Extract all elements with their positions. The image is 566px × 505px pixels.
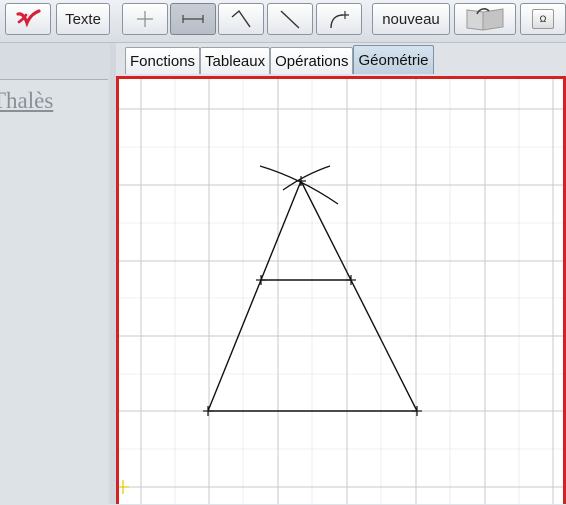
tab-geometrie[interactable]: Géométrie bbox=[353, 45, 434, 74]
compass-arc bbox=[282, 165, 331, 191]
book-button[interactable] bbox=[454, 3, 516, 35]
text-button-label: Texte bbox=[65, 10, 101, 28]
segment-right-side bbox=[300, 180, 418, 412]
tab-bar: Fonctions Tableaux Opérations Géométrie bbox=[125, 45, 434, 75]
line-tool-button[interactable] bbox=[267, 3, 313, 35]
left-panel-heading-text: Thalès bbox=[0, 88, 54, 113]
tab-label: Opérations bbox=[275, 52, 349, 70]
new-button-label: nouveau bbox=[382, 10, 440, 28]
segment-tool-button[interactable] bbox=[170, 3, 216, 35]
tab-operations[interactable]: Opérations bbox=[270, 47, 354, 74]
plus-point-icon bbox=[137, 11, 153, 27]
segment-icon bbox=[182, 15, 204, 23]
arc-plus-icon bbox=[330, 11, 349, 29]
left-panel-heading[interactable]: Thalès bbox=[0, 88, 61, 114]
text-button[interactable]: Texte bbox=[56, 3, 110, 35]
omega-key-icon: Ω bbox=[532, 9, 554, 29]
tab-label: Tableaux bbox=[205, 52, 266, 70]
segment-left-side bbox=[207, 180, 302, 412]
tab-fonctions[interactable]: Fonctions bbox=[125, 47, 201, 74]
toolbar: Texte nouveau Ω bbox=[0, 0, 566, 43]
angle-tool-button[interactable] bbox=[218, 3, 264, 35]
arc-tool-button[interactable] bbox=[316, 3, 362, 35]
omega-glyph: Ω bbox=[539, 14, 547, 24]
geometry-canvas[interactable] bbox=[116, 76, 566, 504]
tab-label: Géométrie bbox=[358, 51, 429, 69]
open-book-icon bbox=[466, 8, 504, 31]
canvas-drawing bbox=[119, 79, 563, 504]
left-panel: Thalès bbox=[0, 43, 111, 505]
tab-label: Fonctions bbox=[130, 52, 196, 70]
line-icon bbox=[280, 10, 300, 29]
special-chars-button[interactable]: Ω bbox=[520, 3, 566, 35]
red-check-logo-icon bbox=[16, 9, 41, 28]
new-button[interactable]: nouveau bbox=[372, 3, 450, 35]
left-document-sheet: Thalès bbox=[0, 79, 108, 505]
angle-icon bbox=[231, 9, 251, 28]
point-tool-button[interactable] bbox=[122, 3, 168, 35]
tab-tableaux[interactable]: Tableaux bbox=[200, 47, 271, 74]
app-logo-button[interactable] bbox=[5, 3, 51, 35]
